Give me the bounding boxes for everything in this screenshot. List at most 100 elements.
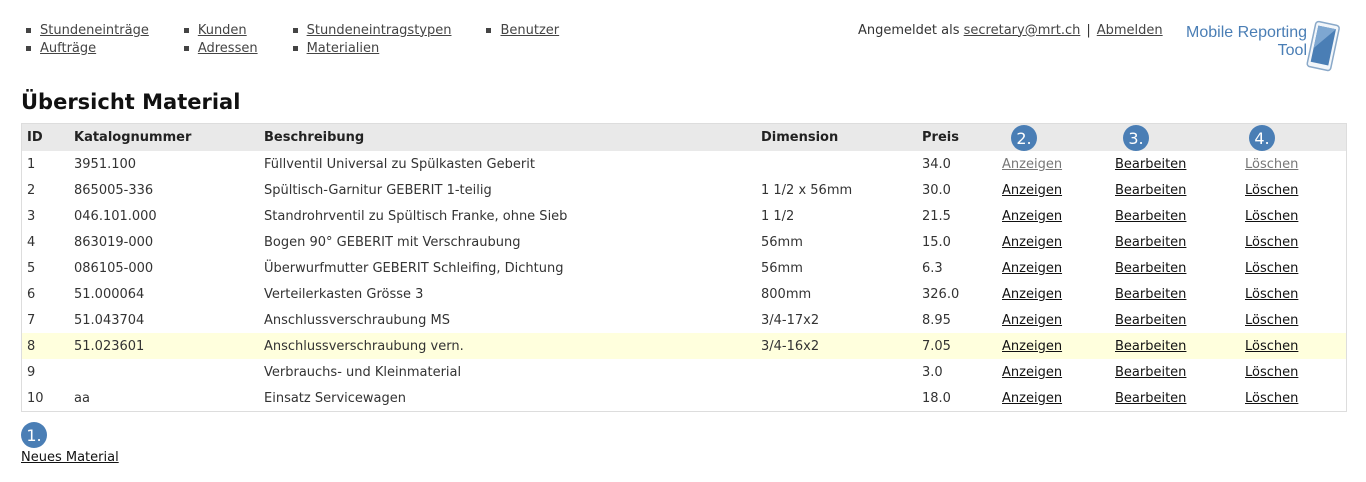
delete-link[interactable]: Löschen bbox=[1245, 313, 1298, 328]
cell-price: 8.95 bbox=[922, 312, 951, 328]
cell-show: Anzeigen bbox=[997, 281, 1110, 307]
nav-item-auftraege: Aufträge bbox=[26, 39, 149, 57]
nav-link-auftraege[interactable]: Aufträge bbox=[40, 41, 96, 56]
nav-column: Stundeneinträge Aufträge bbox=[26, 21, 149, 57]
show-link[interactable]: Anzeigen bbox=[1002, 287, 1062, 302]
cell-edit: Bearbeiten bbox=[1110, 203, 1240, 229]
cell-dimension: 56mm bbox=[761, 260, 803, 276]
table-row-highlighted: 8 51.023601 Anschlussverschraubung vern.… bbox=[22, 333, 1346, 359]
cell-price: 7.05 bbox=[922, 338, 951, 354]
delete-link[interactable]: Löschen bbox=[1245, 391, 1298, 406]
nav-item-kunden: Kunden bbox=[183, 21, 258, 39]
delete-link[interactable]: Löschen bbox=[1245, 365, 1298, 380]
cell-price: 18.0 bbox=[922, 390, 951, 406]
edit-link[interactable]: Bearbeiten bbox=[1115, 365, 1186, 380]
show-link[interactable]: Anzeigen bbox=[1002, 365, 1062, 380]
edit-link[interactable]: Bearbeiten bbox=[1115, 261, 1186, 276]
cell-dimension: 800mm bbox=[761, 286, 812, 302]
nav-column: Kunden Adressen bbox=[183, 21, 258, 57]
delete-link[interactable]: Löschen bbox=[1245, 157, 1298, 172]
cell-dimension: 3/4-17x2 bbox=[761, 312, 820, 328]
delete-link[interactable]: Löschen bbox=[1245, 183, 1298, 198]
nav-link-materialien[interactable]: Materialien bbox=[307, 41, 380, 56]
bullet-icon bbox=[486, 27, 492, 33]
edit-link[interactable]: Bearbeiten bbox=[1115, 209, 1186, 224]
cell-id: 1 bbox=[27, 156, 36, 172]
edit-link[interactable]: Bearbeiten bbox=[1115, 313, 1186, 328]
nav-link-stundeneintragstypen[interactable]: Stundeneintragstypen bbox=[307, 23, 452, 38]
cell-catalog: 863019-000 bbox=[74, 234, 154, 250]
show-link[interactable]: Anzeigen bbox=[1002, 209, 1062, 224]
show-link[interactable]: Anzeigen bbox=[1002, 183, 1062, 198]
new-material-link[interactable]: Neues Material bbox=[21, 450, 119, 465]
login-status: Angemeldet als secretary@mrt.ch | Abmeld… bbox=[858, 21, 1163, 39]
cell-delete: Löschen bbox=[1240, 203, 1346, 229]
cell-catalog: 51.043704 bbox=[74, 312, 145, 328]
edit-link[interactable]: Bearbeiten bbox=[1115, 157, 1186, 172]
user-email-link[interactable]: secretary@mrt.ch bbox=[964, 23, 1081, 38]
cell-description: Anschlussverschraubung MS bbox=[264, 312, 451, 328]
show-link[interactable]: Anzeigen bbox=[1002, 235, 1062, 250]
delete-link[interactable]: Löschen bbox=[1245, 339, 1298, 354]
cell-id: 8 bbox=[27, 338, 36, 354]
cell-edit: Bearbeiten bbox=[1110, 307, 1240, 333]
cell-catalog: 51.023601 bbox=[74, 338, 145, 354]
cell-edit: Bearbeiten bbox=[1110, 385, 1240, 411]
cell-price: 6.3 bbox=[922, 260, 943, 276]
delete-link[interactable]: Löschen bbox=[1245, 209, 1298, 224]
show-link[interactable]: Anzeigen bbox=[1002, 339, 1062, 354]
table-row: 5 086105-000 Überwurfmutter GEBERIT Schl… bbox=[22, 255, 1346, 281]
logout-link[interactable]: Abmelden bbox=[1097, 23, 1163, 38]
cell-id: 4 bbox=[27, 234, 36, 250]
table-body: 1 3951.100 Füllventil Universal zu Spülk… bbox=[22, 151, 1346, 411]
nav-link-stundeneintraege[interactable]: Stundeneinträge bbox=[40, 23, 149, 38]
nav-link-kunden[interactable]: Kunden bbox=[198, 23, 247, 38]
cell-show: Anzeigen bbox=[997, 177, 1110, 203]
cell-description: Anschlussverschraubung vern. bbox=[264, 338, 464, 354]
show-link[interactable]: Anzeigen bbox=[1002, 261, 1062, 276]
cell-price: 30.0 bbox=[922, 182, 951, 198]
edit-link[interactable]: Bearbeiten bbox=[1115, 391, 1186, 406]
logo-line-2: Tool bbox=[1277, 42, 1307, 59]
cell-edit: Bearbeiten bbox=[1110, 177, 1240, 203]
edit-link[interactable]: Bearbeiten bbox=[1115, 235, 1186, 250]
delete-link[interactable]: Löschen bbox=[1245, 261, 1298, 276]
edit-link[interactable]: Bearbeiten bbox=[1115, 287, 1186, 302]
nav-column: Stundeneintragstypen Materialien bbox=[292, 21, 452, 57]
delete-link[interactable]: Löschen bbox=[1245, 287, 1298, 302]
cell-dimension: 1 1/2 x 56mm bbox=[761, 182, 853, 198]
cell-price: 34.0 bbox=[922, 156, 951, 172]
cell-description: Einsatz Servicewagen bbox=[264, 390, 406, 406]
cell-description: Standrohrventil zu Spültisch Franke, ohn… bbox=[264, 208, 568, 224]
table-row: 3 046.101.000 Standrohrventil zu Spültis… bbox=[22, 203, 1346, 229]
table-row: 7 51.043704 Anschlussverschraubung MS 3/… bbox=[22, 307, 1346, 333]
cell-dimension bbox=[756, 151, 917, 177]
cell-catalog: 3951.100 bbox=[74, 156, 137, 172]
cell-price: 3.0 bbox=[922, 364, 943, 380]
column-header-catalog: Katalognummer bbox=[74, 130, 192, 145]
cell-catalog: aa bbox=[74, 390, 90, 406]
edit-link[interactable]: Bearbeiten bbox=[1115, 183, 1186, 198]
cell-delete: Löschen bbox=[1240, 177, 1346, 203]
show-link[interactable]: Anzeigen bbox=[1002, 157, 1062, 172]
cell-delete: Löschen bbox=[1240, 151, 1346, 177]
cell-id: 2 bbox=[27, 182, 36, 198]
cell-catalog: 046.101.000 bbox=[74, 208, 157, 224]
delete-link[interactable]: Löschen bbox=[1245, 235, 1298, 250]
column-header-price: Preis bbox=[922, 130, 959, 145]
cell-id: 9 bbox=[27, 364, 36, 380]
annotation-marker-4: 4. bbox=[1249, 125, 1275, 151]
nav-item-stundeneintragstypen: Stundeneintragstypen bbox=[292, 21, 452, 39]
cell-edit: Bearbeiten bbox=[1110, 151, 1240, 177]
show-link[interactable]: Anzeigen bbox=[1002, 391, 1062, 406]
bullet-icon bbox=[26, 45, 31, 51]
edit-link[interactable]: Bearbeiten bbox=[1115, 339, 1186, 354]
nav-link-benutzer[interactable]: Benutzer bbox=[500, 23, 559, 38]
cell-dimension: 1 1/2 bbox=[761, 208, 795, 224]
nav-link-adressen[interactable]: Adressen bbox=[198, 41, 258, 56]
table-row: 10 aa Einsatz Servicewagen 18.0 Anzeigen… bbox=[22, 385, 1346, 411]
show-link[interactable]: Anzeigen bbox=[1002, 313, 1062, 328]
nav-column: Benutzer bbox=[486, 21, 559, 57]
cell-show: Anzeigen bbox=[997, 359, 1110, 385]
cell-description: Füllventil Universal zu Spülkasten Geber… bbox=[264, 156, 535, 172]
